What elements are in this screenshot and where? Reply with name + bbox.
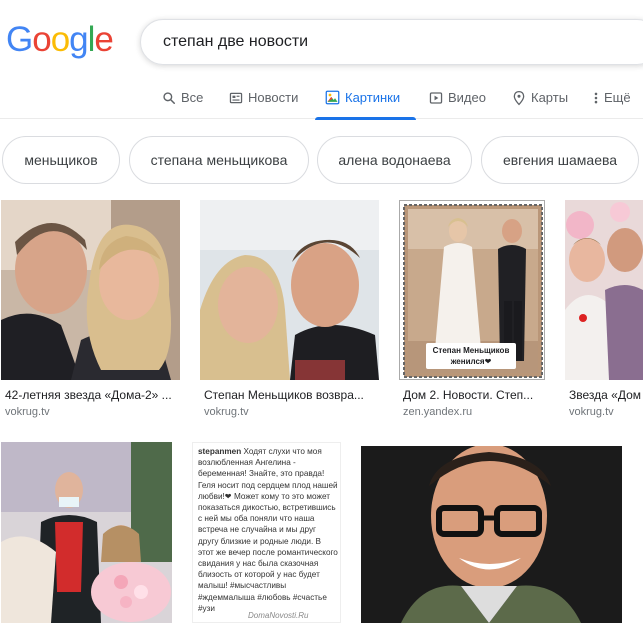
logo-letter: o	[50, 20, 70, 59]
result-source: zen.yandex.ru	[403, 406, 473, 418]
google-logo[interactable]: Google	[6, 20, 114, 59]
tab-video[interactable]: Видео	[429, 76, 486, 119]
couple-selfie-image	[200, 200, 379, 380]
logo-letter: o	[32, 20, 51, 59]
result-thumbnail[interactable]: stepanmen Ходят слухи что моя возлюбленн…	[192, 442, 341, 623]
video-icon	[429, 91, 443, 104]
image-overlay-label: Степан Меньщиков женился❤	[426, 343, 516, 369]
result-thumbnail[interactable]	[1, 442, 172, 623]
result-thumbnail[interactable]	[200, 200, 379, 380]
result-source: vokrug.tv	[5, 406, 50, 418]
tab-label: Картинки	[345, 90, 401, 105]
logo-letter: G	[6, 20, 33, 59]
tab-label: Карты	[531, 90, 569, 105]
tab-label: Новости	[248, 90, 299, 105]
tab-label: Ещё	[604, 90, 631, 105]
family-photo-image	[565, 200, 643, 380]
search-input[interactable]	[163, 20, 623, 64]
couple-with-flowers-image	[1, 442, 172, 623]
result-thumbnail[interactable]	[565, 200, 643, 380]
related-chip[interactable]: евгения шамаева	[481, 136, 639, 184]
result-thumbnail[interactable]	[361, 446, 622, 623]
tab-more[interactable]: Ещё	[593, 76, 631, 119]
tab-news[interactable]: Новости	[229, 76, 298, 119]
image-icon	[325, 90, 340, 105]
chip-label: алена водонаева	[338, 152, 451, 168]
post-body: Ходят слухи что моя возлюбленная Ангелин…	[198, 447, 338, 591]
tab-images[interactable]: Картинки	[315, 76, 416, 120]
related-chip[interactable]: меньщиков	[2, 136, 120, 184]
result-caption[interactable]: Дом 2. Новости. Степ...	[403, 388, 545, 402]
chip-label: степана меньщикова	[150, 152, 288, 168]
chip-label: меньщиков	[24, 152, 98, 168]
tab-label: Все	[181, 90, 204, 105]
more-vertical-icon	[594, 92, 598, 103]
result-caption[interactable]: Степан Меньщиков возвра...	[204, 388, 379, 402]
couple-selfie-image	[1, 200, 180, 380]
result-thumbnail[interactable]	[1, 200, 180, 380]
result-source: vokrug.tv	[569, 406, 614, 418]
related-chip[interactable]: степана меньщикова	[129, 136, 309, 184]
tab-maps[interactable]: Карты	[512, 76, 568, 119]
post-text: stepanmen Ходят слухи что моя возлюбленн…	[198, 446, 338, 614]
logo-letter: e	[94, 20, 113, 59]
location-pin-icon	[513, 90, 525, 105]
result-thumbnail[interactable]: Степан Меньщиков женился❤	[399, 200, 545, 380]
watermark: DomaNovosti.Ru	[248, 611, 309, 620]
search-tabs: Все Новости Картинки Видео Карты Ещё	[0, 76, 643, 120]
result-caption[interactable]: 42-летняя звезда «Дома-2» ...	[5, 388, 180, 402]
related-chip[interactable]: алена водонаева	[317, 136, 472, 184]
result-caption[interactable]: Звезда «Дом	[569, 388, 643, 402]
chip-label: евгения шамаева	[502, 152, 618, 168]
post-username: stepanmen	[198, 447, 242, 456]
tab-label: Видео	[448, 90, 486, 105]
tab-all[interactable]: Все	[162, 76, 203, 119]
logo-letter: g	[69, 20, 88, 59]
search-box[interactable]	[140, 19, 643, 65]
portrait-glasses-image	[361, 446, 622, 623]
result-source: vokrug.tv	[204, 406, 249, 418]
search-icon	[163, 91, 176, 104]
news-icon	[229, 92, 243, 103]
